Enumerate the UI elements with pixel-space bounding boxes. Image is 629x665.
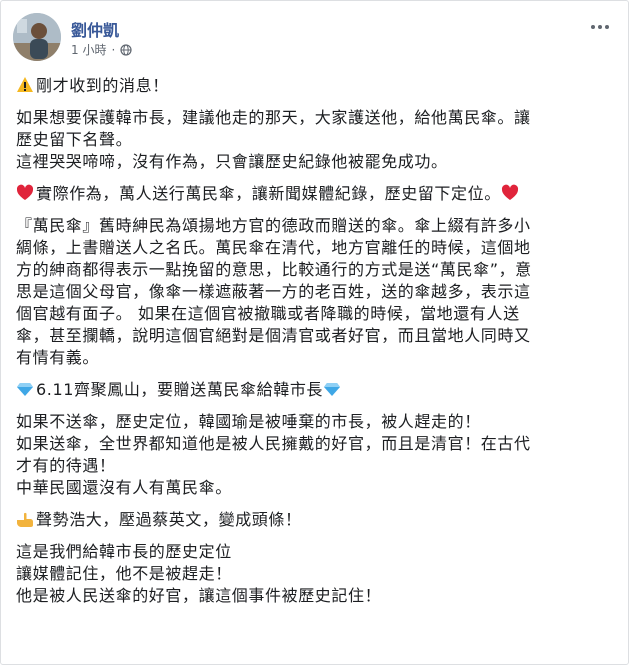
text-line: 這裡哭哭啼啼，沒有作為，只會讓歷史紀錄他被罷免成功。 [16,152,448,171]
text-line: 他是被人民送傘的好官，讓這個事件被歷史記住！ [16,586,382,605]
text-line: 如果送傘，全世界都知道他是被人民擁戴的好官，而且是清官！在古代 [16,434,531,453]
alert-text: 剛才收到的消息！ [36,76,169,95]
diamond-icon [17,383,33,396]
paragraph-alert: 剛才收到的消息！ [16,75,616,97]
facebook-post: 劉仲凱 1 小時 · 剛才收到的消息！ 如果想要保護韓市長，建議他走的那天，大家… [0,0,629,665]
avatar-photo-icon [13,13,61,61]
paragraph-proposal: 如果想要保護韓市長，建議他走的那天，大家護送他，給他萬民傘。讓 歷史留下名聲。 … [16,107,616,173]
meta-separator: · [111,42,116,57]
momentum-text: 聲勢浩大，壓過蔡英文，變成頭條！ [36,510,302,529]
warning-icon [17,77,33,92]
more-horizontal-icon[interactable] [588,19,612,35]
pointing-hand-icon [17,512,33,527]
text-line: 這是我們給韓市長的歷史定位 [16,542,232,561]
text-line: 如果想要保護韓市長，建議他走的那天，大家護送他，給他萬民傘。讓 [16,108,531,127]
text-line: 『萬民傘』舊時紳民為頌揚地方官的德政而贈送的傘。傘上綴有許多小 [16,216,531,235]
paragraph-definition: 『萬民傘』舊時紳民為頌揚地方官的德政而贈送的傘。傘上綴有許多小 綢條，上書贈送人… [16,215,616,369]
text-line: 歷史留下名聲。 [16,130,133,149]
text-line: 才有的待遇！ [16,456,116,475]
red-heart-icon [501,184,518,200]
text-line: 方的紳商都得表示一點挽留的意思，比較通行的方式是送“萬民傘”，意 [16,260,532,279]
text-line: 思是這個父母官，像傘一樣遮蔽著一方的老百姓，送的傘越多，表示這 [16,282,531,301]
event-text: 6.11齊聚鳳山，要贈送萬民傘給韓市長 [36,380,324,399]
author-name[interactable]: 劉仲凱 [71,17,119,41]
paragraph-event: 6.11齊聚鳳山，要贈送萬民傘給韓市長 [16,379,616,401]
text-line: 有情有義。 [16,348,100,367]
paragraph-consequence: 如果不送傘，歷史定位，韓國瑜是被唾棄的市長，被人趕走的！ 如果送傘，全世界都知道… [16,411,616,499]
timestamp[interactable]: 1 小時 [71,41,106,58]
author-avatar[interactable] [13,13,61,61]
post-header: 劉仲凱 1 小時 · [13,13,616,61]
text-line: 中華民國還沒有人有萬民傘。 [16,478,232,497]
paragraph-momentum: 聲勢浩大，壓過蔡英文，變成頭條！ [16,509,616,531]
paragraph-conclusion: 這是我們給韓市長的歷史定位 讓媒體記住，他不是被趕走！ 他是被人民送傘的好官，讓… [16,541,616,607]
action-text: 實際作為，萬人送行萬民傘，讓新聞媒體紀錄，歷史留下定位。 [36,184,501,203]
post-content: 剛才收到的消息！ 如果想要保護韓市長，建議他走的那天，大家護送他，給他萬民傘。讓… [16,75,616,617]
diamond-icon [324,383,341,396]
text-line: 個官越有面子。 如果在這個官被撤職或者降職的時候，當地還有人送 [16,304,520,323]
paragraph-action: 實際作為，萬人送行萬民傘，讓新聞媒體紀錄，歷史留下定位。 [16,183,616,205]
post-meta: 1 小時 · [71,41,132,58]
globe-icon[interactable] [120,43,132,56]
text-line: 如果不送傘，歷史定位，韓國瑜是被唾棄的市長，被人趕走的！ [16,412,481,431]
text-line: 綢條，上書贈送人之名氏。萬民傘在清代，地方官離任的時候，這個地 [16,238,531,257]
red-heart-icon [16,184,34,200]
text-line: 傘，甚至攔轎，說明這個官絕對是個清官或者好官，而且當地人同時又 [16,326,531,345]
text-line: 讓媒體記住，他不是被趕走！ [16,564,232,583]
